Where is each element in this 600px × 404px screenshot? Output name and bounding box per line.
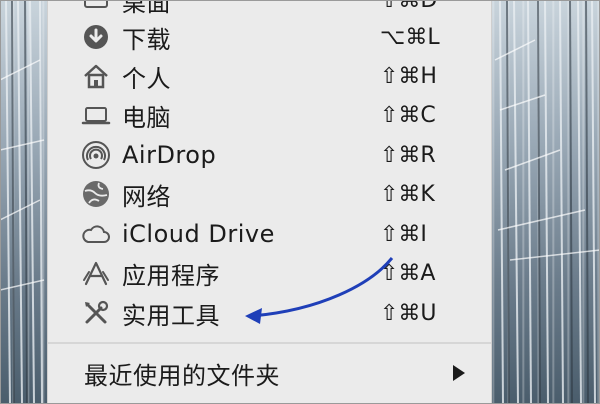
menu-item-utilities[interactable]: 实用工具 ⇧⌘U	[48, 293, 491, 333]
menu-item-label: 下载	[122, 25, 171, 54]
menu-item-label: AirDrop	[122, 141, 217, 169]
menu-item-applications[interactable]: 应用程序 ⇧⌘A	[48, 253, 491, 293]
menu-item-label: 实用工具	[122, 301, 220, 330]
menu-item-home[interactable]: 个人 ⇧⌘H	[48, 56, 491, 96]
menu-item-shortcut: ⇧⌘A	[380, 260, 436, 286]
menu-item-label: 个人	[122, 64, 171, 93]
menu-item-shortcut: ⇧⌘D	[380, 0, 438, 13]
menu-item-label: 网络	[122, 182, 171, 211]
menu-item-label: iCloud Drive	[122, 220, 275, 248]
menu-item-recent-folders[interactable]: 最近使用的文件夹	[48, 353, 491, 393]
menu-item-shortcut: ⇧⌘C	[380, 102, 436, 128]
menu-item-network[interactable]: 网络 ⇧⌘K	[48, 174, 491, 214]
utilities-tools-icon	[80, 297, 112, 329]
menu-item-shortcut: ⇧⌘H	[380, 63, 437, 89]
home-icon	[80, 60, 112, 92]
menu-item-airdrop[interactable]: AirDrop ⇧⌘R	[48, 135, 491, 175]
menu-separator	[48, 342, 491, 344]
menu-item-downloads[interactable]: 下载 ⌥⌘L	[48, 17, 491, 57]
menu-item-shortcut: ⌥⌘L	[380, 24, 440, 50]
menu-item-icloud-drive[interactable]: iCloud Drive ⇧⌘I	[48, 214, 491, 254]
applications-icon	[80, 257, 112, 289]
menu-item-label: 应用程序	[122, 261, 220, 290]
cloud-icon	[80, 218, 112, 250]
download-icon	[80, 21, 112, 53]
menu-item-shortcut: ⇧⌘U	[380, 300, 437, 326]
airdrop-icon	[80, 139, 112, 171]
submenu-arrow-icon	[453, 365, 465, 381]
menu-item-label: 桌面	[122, 0, 171, 17]
menu-item-label: 电脑	[122, 103, 171, 132]
menu-item-computer[interactable]: 电脑 ⇧⌘C	[48, 95, 491, 135]
menu-item-shortcut: ⇧⌘R	[380, 142, 436, 168]
menu-item-shortcut: ⇧⌘K	[380, 181, 435, 207]
menu-item-label: 最近使用的文件夹	[84, 361, 280, 390]
laptop-icon	[80, 99, 112, 131]
desktop-icon	[80, 0, 112, 16]
menu-item-shortcut: ⇧⌘I	[380, 221, 427, 247]
finder-go-menu: 桌面 ⇧⌘D 下载 ⌥⌘L 个人 ⇧⌘H 电脑 ⇧⌘C AirDrop ⇧⌘R …	[47, 0, 492, 404]
network-globe-icon	[80, 178, 112, 210]
